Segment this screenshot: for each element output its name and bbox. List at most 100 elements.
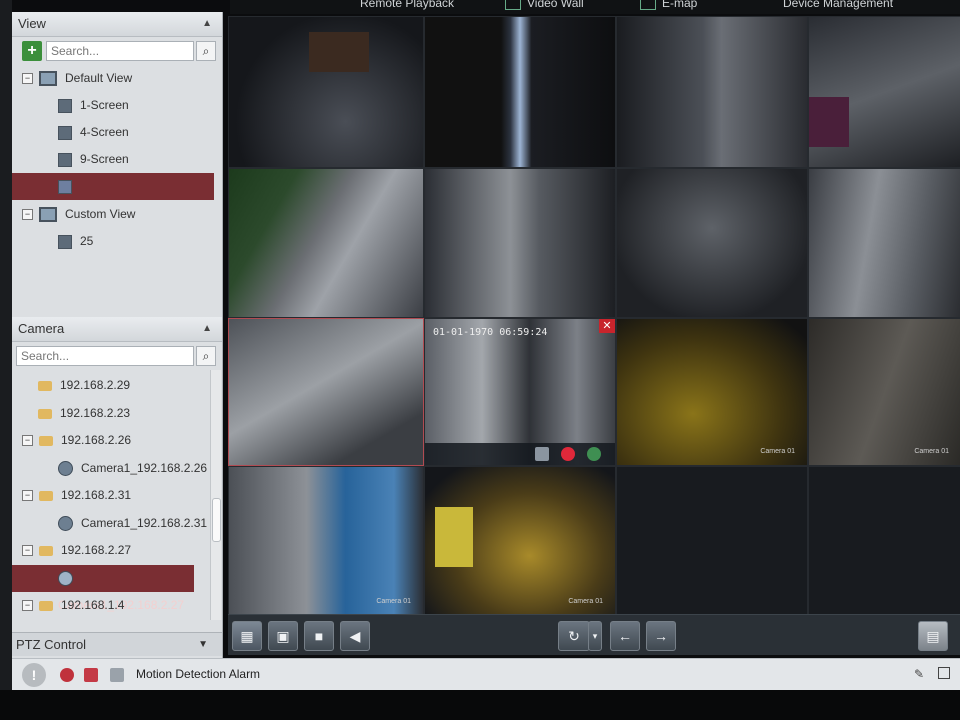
menu-remote-playback[interactable]: Remote Playback <box>360 0 454 10</box>
stop-all-icon[interactable]: ■ <box>304 621 334 651</box>
tree-item-9-screen[interactable]: 9-Screen <box>12 146 214 173</box>
camera-label: Camera 01 <box>376 598 411 605</box>
view-search-input[interactable]: Search... <box>46 41 194 61</box>
scene-object <box>435 507 473 567</box>
alarm-event-icon[interactable] <box>84 668 98 682</box>
collapse-icon[interactable]: − <box>22 490 33 502</box>
video-tile[interactable] <box>808 16 960 168</box>
video-tile[interactable] <box>228 16 424 168</box>
folder-icon <box>39 490 53 501</box>
instant-playback-icon[interactable] <box>587 447 601 461</box>
video-tile[interactable] <box>424 16 616 168</box>
tree-item-device[interactable]: 192.168.2.29 <box>12 372 214 399</box>
next-page-icon[interactable]: → <box>646 621 676 651</box>
video-tile[interactable]: Camera 01 <box>616 318 808 466</box>
video-tile-active[interactable]: 01-01-1970 06:59:24 ✕ <box>424 318 616 466</box>
nine-screen-icon <box>58 152 72 167</box>
tree-item-device[interactable]: −192.168.1.4 <box>12 592 214 619</box>
collapse-icon[interactable]: ▲ <box>202 12 212 36</box>
speaker-icon[interactable] <box>110 668 124 682</box>
tree-item-camera-selected[interactable]: Camera1_192.168.2.27 <box>12 565 194 612</box>
tree-item-1-screen[interactable]: 1-Screen <box>12 92 214 119</box>
tree-item-device[interactable]: −192.168.2.26 <box>12 427 214 454</box>
view-search-row: + Search... ⌕ <box>12 37 222 65</box>
menu-video-wall[interactable]: Video Wall <box>505 0 584 10</box>
collapse-icon[interactable]: − <box>22 545 33 557</box>
collapse-icon[interactable]: ▲ <box>202 317 212 341</box>
video-wall-icon <box>505 0 521 10</box>
camera-label: Camera 01 <box>568 598 603 605</box>
auto-switch-icon[interactable]: ↻ <box>558 621 590 651</box>
screen-bezel-bottom <box>0 690 960 720</box>
video-tile[interactable] <box>808 168 960 318</box>
collapse-icon[interactable]: − <box>22 435 33 447</box>
camera-search-input[interactable]: Search... <box>16 346 194 366</box>
camera-icon <box>58 461 73 477</box>
tree-item-custom-view[interactable]: − Custom View <box>12 201 214 228</box>
camera-panel-header[interactable]: Camera ▲ <box>12 317 222 342</box>
view-tree: − Default View 1-Screen 4-Screen 9-Screen… <box>12 65 222 317</box>
video-tile-empty[interactable] <box>616 466 808 616</box>
video-tile[interactable] <box>228 168 424 318</box>
menu-device-management[interactable]: Device Management <box>783 0 893 10</box>
tree-item-default-view[interactable]: − Default View <box>12 65 214 92</box>
search-icon[interactable]: ⌕ <box>196 41 216 61</box>
tree-item-device[interactable]: 192.168.2.23 <box>12 400 214 427</box>
single-screen-icon <box>58 98 72 113</box>
monitor-icon <box>39 207 57 223</box>
quad-screen-icon <box>58 125 72 140</box>
alarm-device-icon[interactable] <box>60 668 74 682</box>
top-menu-bar: Remote Playback Video Wall E-map Device … <box>230 0 960 14</box>
scene-object <box>809 97 849 147</box>
add-view-button[interactable]: + <box>22 41 42 61</box>
window-division-icon[interactable]: ▦ <box>232 621 262 651</box>
audio-icon[interactable]: ◀ <box>340 621 370 651</box>
scrollbar-thumb[interactable] <box>212 498 221 542</box>
video-tile-selected[interactable] <box>228 318 424 466</box>
view-panel-title: View <box>18 16 46 31</box>
video-grid: 01-01-1970 06:59:24 ✕ Camera 01 Camera 0… <box>228 16 960 616</box>
tree-item-selected-view[interactable] <box>12 173 214 200</box>
pin-icon[interactable]: ✎ <box>914 667 924 681</box>
preview-toolbar: ▦ ▣ ■ ◀ ↻ ▾ ← → ▤ <box>228 614 960 655</box>
camera-panel-title: Camera <box>18 321 65 336</box>
previous-page-icon[interactable]: ← <box>610 621 640 651</box>
video-tile[interactable] <box>616 16 808 168</box>
tree-item-4-screen[interactable]: 4-Screen <box>12 119 214 146</box>
chevron-down-icon[interactable]: ▼ <box>198 633 208 657</box>
video-tile[interactable]: Camera 01 <box>808 318 960 466</box>
video-tile[interactable] <box>424 168 616 318</box>
tree-item-25[interactable]: 25 <box>12 228 214 255</box>
capture-icon[interactable] <box>535 447 549 461</box>
tree-item-device[interactable]: −192.168.2.31 <box>12 482 214 509</box>
tree-item-device[interactable]: −192.168.2.27 <box>12 537 214 564</box>
collapse-icon[interactable]: − <box>22 73 33 85</box>
alarm-icon[interactable]: ! <box>22 663 46 687</box>
video-tile[interactable] <box>616 168 808 318</box>
menu-e-map[interactable]: E-map <box>640 0 697 10</box>
collapse-icon[interactable]: − <box>22 600 33 612</box>
full-screen-icon[interactable]: ▤ <box>918 621 948 651</box>
folder-icon <box>38 380 52 391</box>
chevron-down-icon[interactable]: ▾ <box>588 621 602 651</box>
search-icon[interactable]: ⌕ <box>196 346 216 366</box>
layout-icon[interactable]: ▣ <box>268 621 298 651</box>
video-tile[interactable]: Camera 01 <box>424 466 616 616</box>
sixteen-screen-icon <box>58 179 72 194</box>
tree-item-camera[interactable]: Camera1_192.168.2.26 <box>12 455 214 482</box>
monitor-icon <box>39 71 57 87</box>
left-panel: View ▲ + Search... ⌕ − Default View 1-Scr… <box>12 12 223 658</box>
close-icon[interactable]: ✕ <box>599 319 615 333</box>
view-panel-header[interactable]: View ▲ <box>12 12 222 37</box>
ptz-control-header[interactable]: PTZ Control ▼ <box>12 632 222 656</box>
camera-tree-scrollbar[interactable] <box>210 370 221 620</box>
camera-tree: 192.168.2.29 192.168.2.23 −192.168.2.26 … <box>12 370 222 620</box>
video-tile[interactable]: Camera 01 <box>228 466 424 616</box>
screen-icon <box>58 234 72 249</box>
record-icon[interactable] <box>561 447 575 461</box>
tree-item-camera[interactable]: Camera1_192.168.2.31 <box>12 510 214 537</box>
restore-window-icon[interactable] <box>938 667 950 679</box>
status-bar: ! Motion Detection Alarm ✎ <box>12 658 960 691</box>
collapse-icon[interactable]: − <box>22 209 33 221</box>
video-tile-empty[interactable] <box>808 466 960 616</box>
